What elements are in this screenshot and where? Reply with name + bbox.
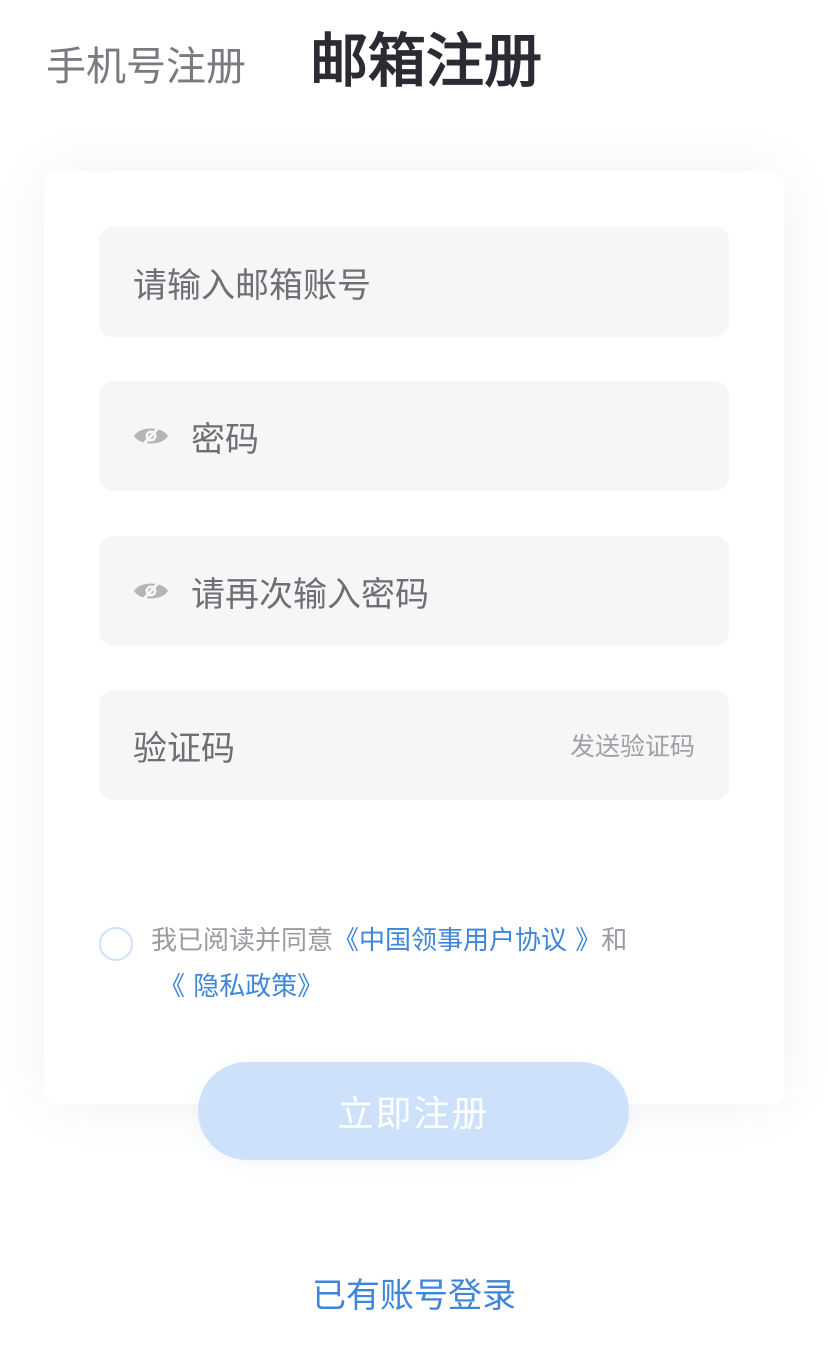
- agreement-line-1: 我已阅读并同意《中国领事用户协议 》和: [151, 919, 627, 963]
- privacy-policy-link[interactable]: 《 隐私政策》: [159, 972, 323, 1002]
- register-card: 请输入邮箱账号 密码 请再次输入密码 验证码 发送验证码 我已阅读并同意《中国领…: [44, 171, 784, 1104]
- email-field[interactable]: 请输入邮箱账号: [99, 227, 729, 337]
- email-placeholder: 请输入邮箱账号: [133, 265, 371, 306]
- confirm-password-placeholder: 请再次输入密码: [191, 574, 429, 615]
- send-code-button[interactable]: 发送验证码: [570, 727, 695, 763]
- register-button[interactable]: 立即注册: [198, 1062, 629, 1160]
- code-placeholder: 验证码: [133, 728, 235, 769]
- eye-slash-icon[interactable]: [133, 423, 169, 449]
- tab-email-register[interactable]: 邮箱注册: [310, 28, 542, 94]
- agreement-conjunction: 和: [601, 926, 628, 956]
- agreement-checkbox[interactable]: [99, 927, 133, 961]
- eye-slash-icon[interactable]: [133, 578, 169, 604]
- password-field[interactable]: 密码: [99, 381, 729, 491]
- confirm-password-field[interactable]: 请再次输入密码: [99, 536, 729, 646]
- password-placeholder: 密码: [191, 419, 259, 460]
- login-link[interactable]: 已有账号登录: [0, 1272, 828, 1320]
- user-agreement-link[interactable]: 《中国领事用户协议 》: [333, 926, 601, 956]
- agreement-prefix: 我已阅读并同意: [151, 926, 334, 956]
- agreement-line-2: 《 隐私政策》: [159, 965, 323, 1009]
- register-tabs: 手机号注册 邮箱注册: [0, 0, 828, 120]
- tab-phone-register[interactable]: 手机号注册: [46, 42, 246, 92]
- verification-code-field[interactable]: 验证码 发送验证码: [99, 690, 729, 800]
